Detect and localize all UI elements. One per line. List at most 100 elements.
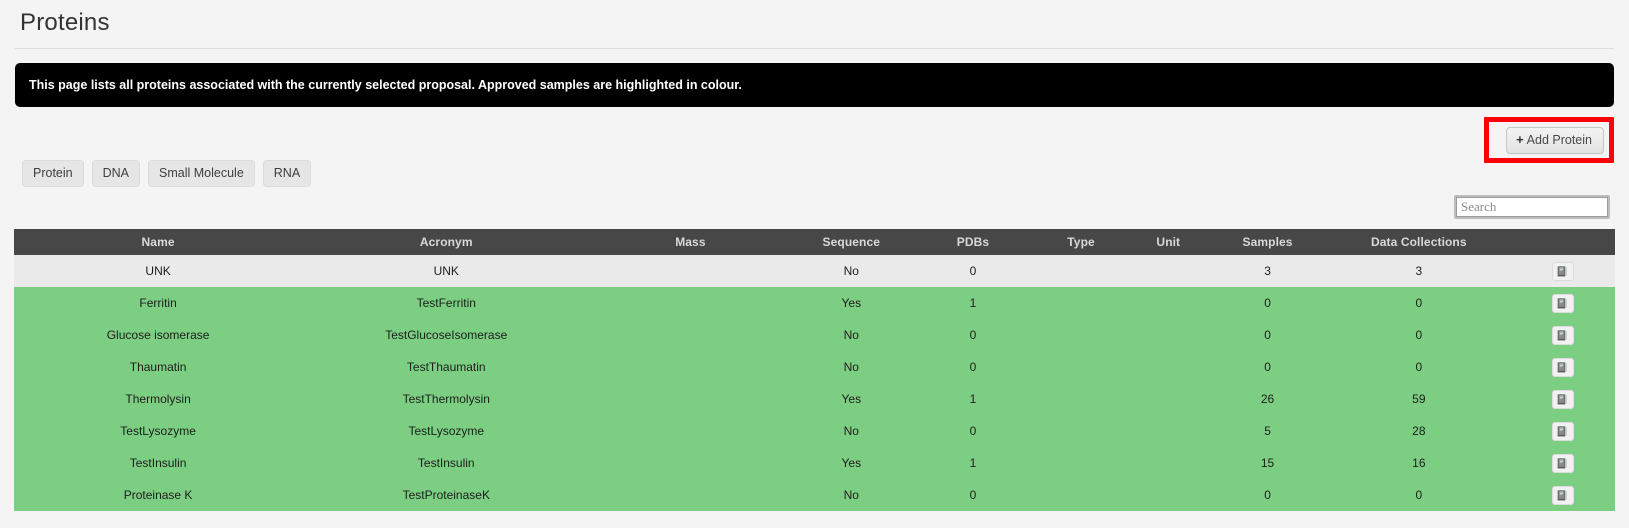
cell-pdbs: 0 [912,479,1034,511]
cell-type [1033,351,1129,383]
cell-unit [1128,351,1209,383]
cell-acronym: TestThaumatin [302,351,591,383]
cell-type [1033,383,1129,415]
proteins-table: Name Acronym Mass Sequence PDBs Type Uni… [14,229,1615,511]
cell-data-collections: 16 [1326,447,1511,479]
info-banner-text: This page lists all proteins associated … [29,78,742,92]
table-header-row: Name Acronym Mass Sequence PDBs Type Uni… [14,229,1615,255]
cell-pdbs: 0 [912,415,1034,447]
cell-name: TestLysozyme [14,415,303,447]
table-row[interactable]: Proteinase K TestProteinaseK No 0 0 0 [14,479,1615,511]
add-protein-label: Add Protein [1526,133,1592,147]
book-icon-button[interactable] [1551,453,1574,473]
book-icon-button[interactable] [1551,485,1574,505]
cell-mass [590,255,791,287]
cell-sequence: No [790,255,913,287]
column-header-samples[interactable]: Samples [1208,229,1327,255]
book-icon-button[interactable] [1551,261,1574,281]
cell-unit [1128,287,1209,319]
table-row[interactable]: Thermolysin TestThermolysin Yes 1 26 59 [14,383,1615,415]
cell-mass [590,447,791,479]
book-icon-button[interactable] [1551,421,1574,441]
add-protein-button[interactable]: + Add Protein [1506,127,1604,154]
column-header-acronym[interactable]: Acronym [302,229,591,255]
cell-pdbs: 1 [912,447,1034,479]
cell-acronym: UNK [302,255,591,287]
column-header-data-collections[interactable]: Data Collections [1326,229,1511,255]
book-icon-button[interactable] [1551,357,1574,377]
cell-samples: 3 [1208,255,1327,287]
cell-unit [1128,319,1209,351]
cell-samples: 0 [1208,319,1327,351]
cell-actions [1510,415,1615,447]
column-header-mass[interactable]: Mass [590,229,791,255]
table-body: UNK UNK No 0 3 3 Ferritin TestFerritin Yes 1 0 0 Glu… [14,255,1615,511]
cell-mass [590,287,791,319]
column-header-unit[interactable]: Unit [1128,229,1209,255]
cell-unit [1128,479,1209,511]
cell-data-collections: 59 [1326,383,1511,415]
cell-sequence: No [790,415,913,447]
table-row[interactable]: Ferritin TestFerritin Yes 1 0 0 [14,287,1615,319]
cell-sequence: No [790,351,913,383]
cell-mass [590,351,791,383]
column-header-actions [1510,229,1615,255]
cell-name: Thaumatin [14,351,303,383]
column-header-name[interactable]: Name [14,229,303,255]
table-header: Name Acronym Mass Sequence PDBs Type Uni… [14,229,1615,255]
cell-actions [1510,255,1615,287]
cell-actions [1510,447,1615,479]
cell-pdbs: 0 [912,319,1034,351]
cell-actions [1510,479,1615,511]
cell-name: Thermolysin [14,383,303,415]
cell-acronym: TestLysozyme [302,415,591,447]
cell-type [1033,255,1129,287]
cell-data-collections: 28 [1326,415,1511,447]
cell-pdbs: 0 [912,255,1034,287]
search-row [15,187,1614,227]
cell-data-collections: 0 [1326,351,1511,383]
table-row[interactable]: TestLysozyme TestLysozyme No 0 5 28 [14,415,1615,447]
info-banner: This page lists all proteins associated … [15,63,1614,107]
filter-protein[interactable]: Protein [22,159,84,187]
cell-acronym: TestInsulin [302,447,591,479]
table-row[interactable]: UNK UNK No 0 3 3 [14,255,1615,287]
cell-pdbs: 1 [912,287,1034,319]
cell-name: Proteinase K [14,479,303,511]
column-header-pdbs[interactable]: PDBs [912,229,1034,255]
cell-samples: 0 [1208,479,1327,511]
table-row[interactable]: Glucose isomerase TestGlucoseIsomerase No 0… [14,319,1615,351]
column-header-type[interactable]: Type [1033,229,1129,255]
cell-sequence: No [790,479,913,511]
action-row: + Add Protein [15,107,1614,163]
cell-mass [590,383,791,415]
cell-name: Ferritin [14,287,303,319]
cell-type [1033,479,1129,511]
cell-acronym: TestProteinaseK [302,479,591,511]
table-row[interactable]: Thaumatin TestThaumatin No 0 0 0 [14,351,1615,383]
cell-acronym: TestThermolysin [302,383,591,415]
page-title: Proteins [20,9,110,36]
cell-samples: 0 [1208,351,1327,383]
filter-dna[interactable]: DNA [91,159,141,187]
filter-rna[interactable]: RNA [262,159,312,187]
book-icon-button[interactable] [1551,389,1574,409]
cell-samples: 5 [1208,415,1327,447]
table-row[interactable]: TestInsulin TestInsulin Yes 1 15 16 [14,447,1615,479]
search-input[interactable] [1456,197,1608,217]
cell-acronym: TestFerritin [302,287,591,319]
cell-mass [590,415,791,447]
book-icon-button[interactable] [1551,293,1574,313]
cell-samples: 15 [1208,447,1327,479]
book-icon-button[interactable] [1551,325,1574,345]
cell-actions [1510,319,1615,351]
cell-unit [1128,447,1209,479]
title-divider [15,48,1614,49]
cell-actions [1510,287,1615,319]
cell-sequence: Yes [790,447,913,479]
filter-small-molecule[interactable]: Small Molecule [148,159,255,187]
column-header-sequence[interactable]: Sequence [790,229,913,255]
cell-unit [1128,415,1209,447]
cell-name: TestInsulin [14,447,303,479]
cell-data-collections: 0 [1326,319,1511,351]
